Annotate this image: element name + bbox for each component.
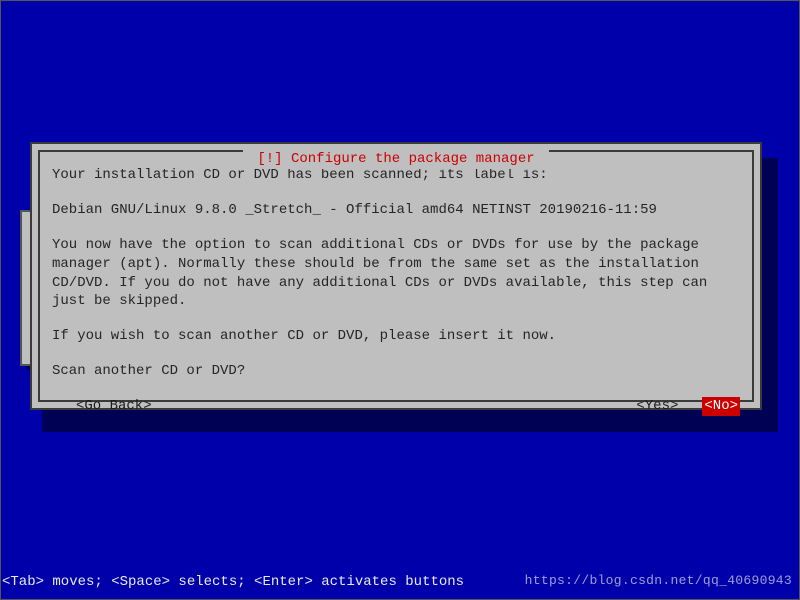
dialog: [!] Configure the package manager Your i… (30, 142, 762, 410)
question-text: Scan another CD or DVD? (52, 362, 740, 381)
go-back-button[interactable]: <Go Back> (76, 397, 152, 416)
spacer (152, 397, 637, 416)
dialog-frame: [!] Configure the package manager Your i… (38, 150, 754, 402)
watermark: https://blog.csdn.net/qq_40690943 (525, 572, 792, 590)
insert-text: If you wish to scan another CD or DVD, p… (52, 327, 740, 346)
dialog-title: [!] Configure the package manager (243, 150, 549, 169)
no-button[interactable]: <No> (702, 397, 740, 416)
dialog-body: Your installation CD or DVD has been sca… (52, 166, 740, 381)
media-label: Debian GNU/Linux 9.8.0 _Stretch_ - Offic… (52, 201, 740, 220)
yes-button[interactable]: <Yes> (636, 397, 678, 416)
button-row: <Go Back> <Yes> <No> (52, 397, 740, 416)
installer-screen: [!] Configure the package manager Your i… (0, 0, 800, 600)
option-text: You now have the option to scan addition… (52, 236, 740, 312)
